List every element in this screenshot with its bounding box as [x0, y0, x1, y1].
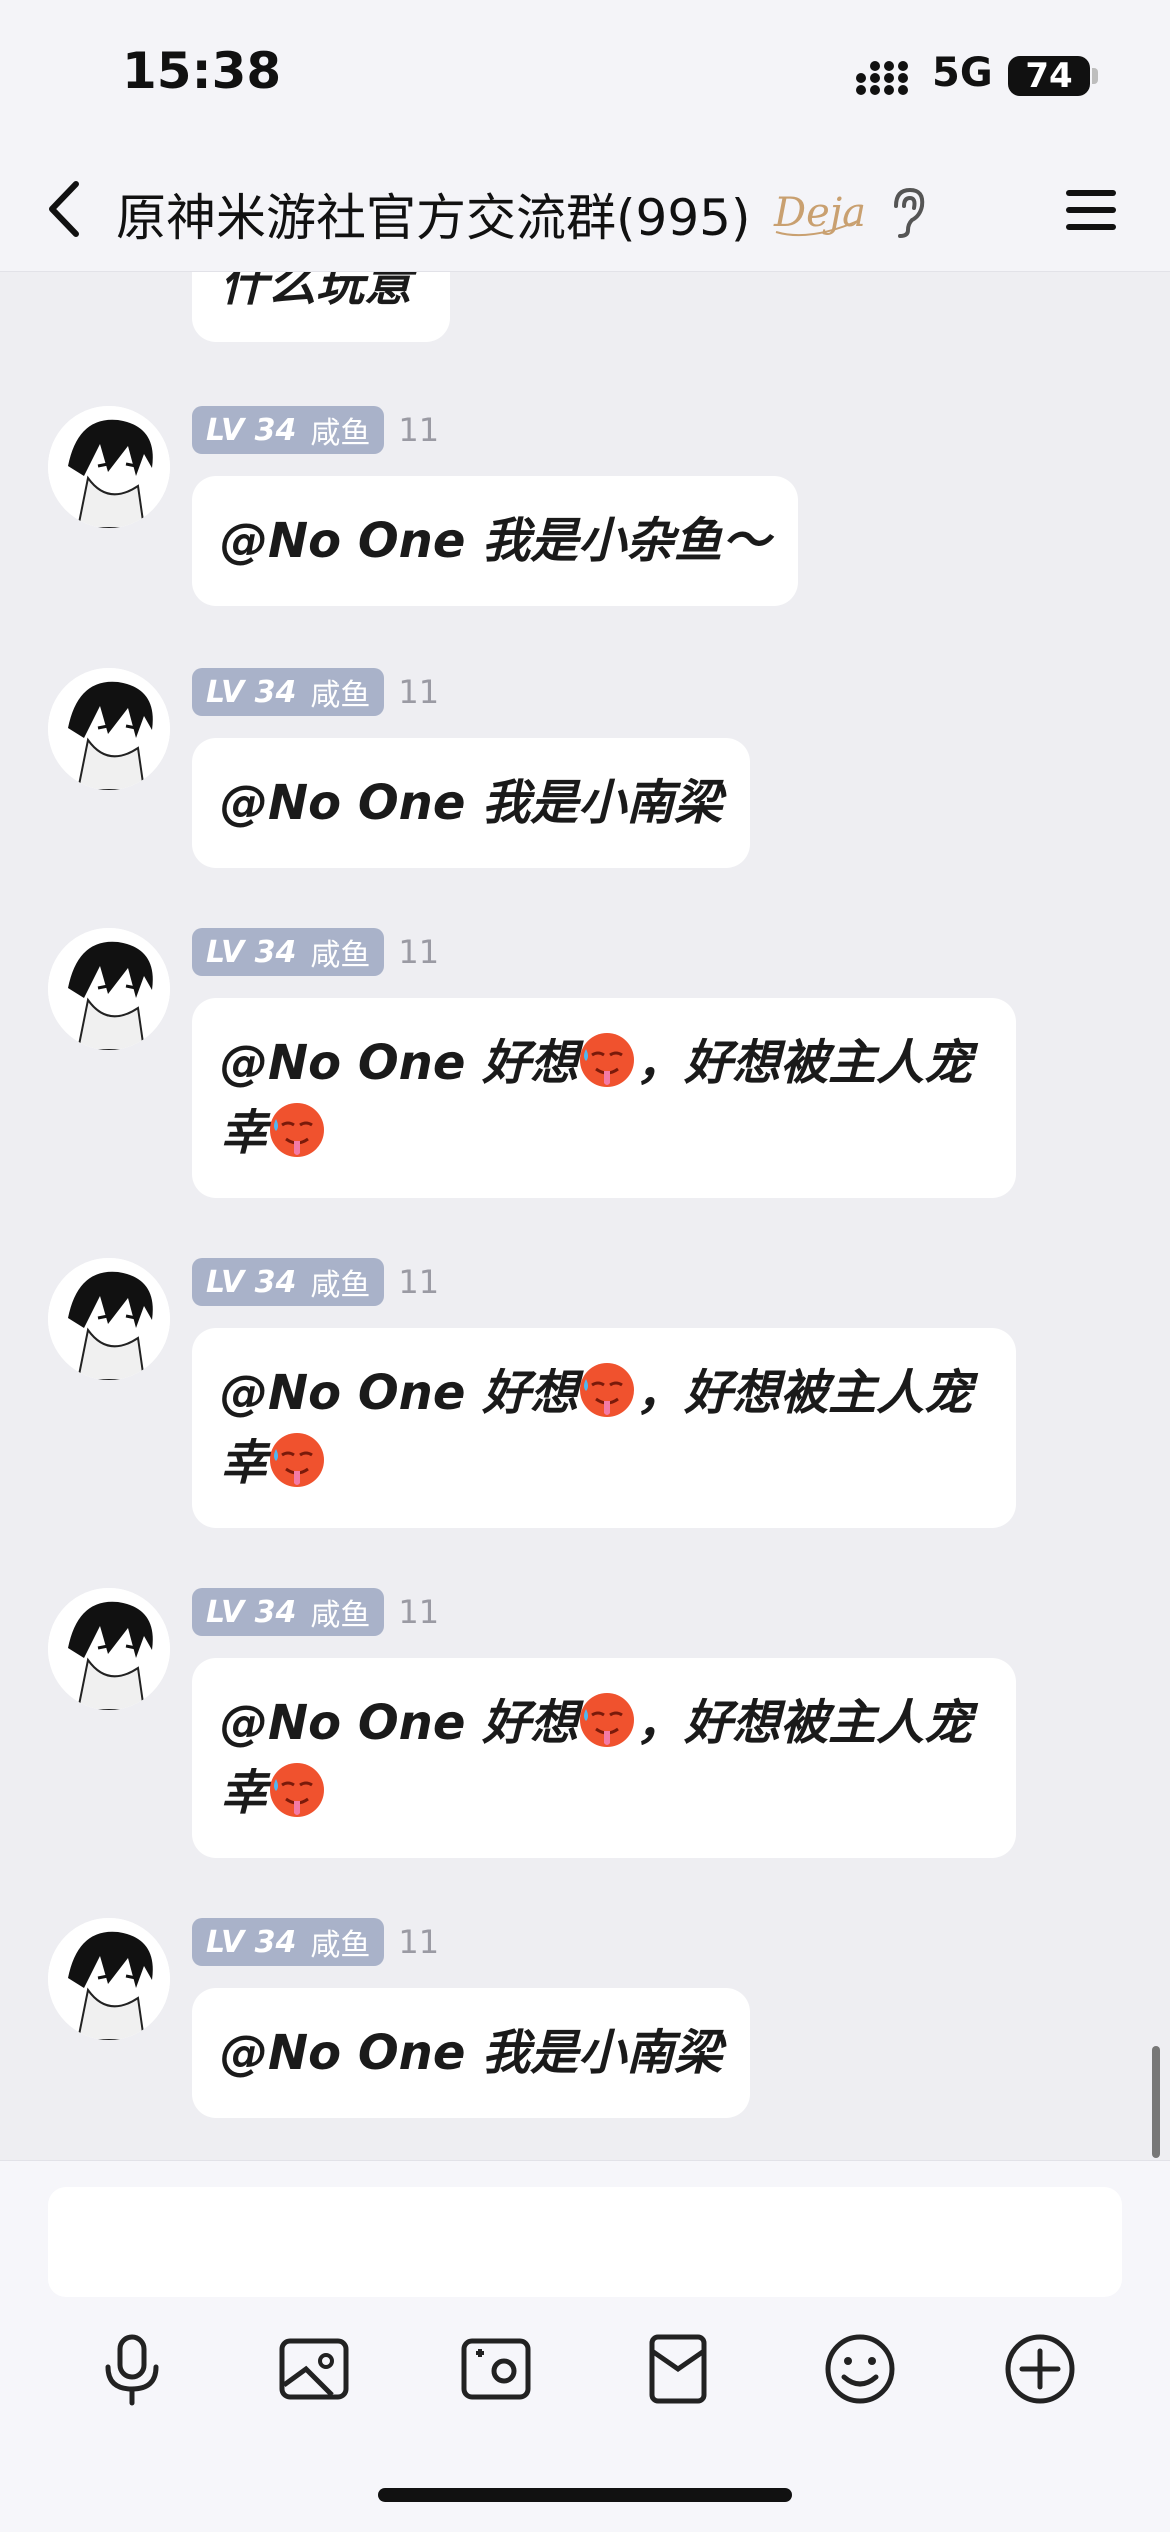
svg-text:Deja: Deja [773, 190, 866, 236]
sender-name[interactable]: 11 [398, 673, 439, 711]
microphone-icon[interactable] [92, 2329, 172, 2409]
message-bubble[interactable]: @No One 我是小杂鱼～ [192, 476, 799, 606]
message-text: 我是小南梁 [482, 2025, 723, 2081]
message-meta: LV 34 咸鱼 11 [192, 406, 439, 454]
hot-face-emoji-icon [580, 1033, 635, 1087]
hot-face-emoji-icon [270, 1763, 325, 1817]
message-bubble[interactable]: @No One 我是小南梁 [192, 738, 751, 868]
deja-logo: Deja [773, 190, 866, 237]
avatar[interactable] [48, 406, 170, 528]
message-bubble[interactable]: 什么玩意 [192, 272, 450, 342]
mention[interactable]: @No One [220, 775, 465, 831]
message-bubble[interactable]: @No One 我是小南梁 [192, 1988, 751, 2118]
input-panel [0, 2160, 1170, 2532]
avatar[interactable] [48, 928, 170, 1050]
level-badge: LV 34 咸鱼 [192, 406, 385, 454]
message-input[interactable] [48, 2187, 1122, 2297]
battery-tip [1092, 68, 1098, 84]
photo-icon[interactable] [274, 2329, 354, 2409]
status-bar: 15:38 5G 74 [0, 0, 1170, 150]
level-badge: LV 34 咸鱼 [192, 1918, 385, 1966]
avatar[interactable] [48, 1258, 170, 1380]
message-text: 好想 [482, 1035, 579, 1091]
ear-icon[interactable] [888, 186, 928, 240]
network-type: 5G [932, 50, 993, 96]
mention[interactable]: @No One [220, 1365, 465, 1421]
message-bubble[interactable]: @No One 好想 ，好想被主人宠 幸 [192, 1328, 1016, 1528]
message-text: 幸 [220, 1435, 269, 1491]
camera-icon[interactable] [456, 2329, 536, 2409]
signal-icon [856, 61, 908, 95]
hot-face-emoji-icon [270, 1433, 325, 1487]
message-text: 我是小杂鱼～ [482, 513, 771, 569]
red-packet-icon[interactable] [638, 2329, 718, 2409]
sender-name[interactable]: 11 [398, 1593, 439, 1631]
sender-name[interactable]: 11 [398, 933, 439, 971]
mention[interactable]: @No One [220, 1035, 465, 1091]
message-text: 幸 [220, 1105, 269, 1161]
avatar[interactable] [48, 1918, 170, 2040]
emoji-icon[interactable] [820, 2329, 900, 2409]
hot-face-emoji-icon [270, 1103, 325, 1157]
message-text: 幸 [220, 1765, 269, 1821]
message-bubble[interactable]: @No One 好想 ，好想被主人宠 幸 [192, 1658, 1016, 1858]
message-meta: LV 34 咸鱼 11 [192, 1588, 439, 1636]
message-meta: LV 34 咸鱼 11 [192, 668, 439, 716]
plus-icon[interactable] [1000, 2329, 1080, 2409]
message-text: 好想 [482, 1365, 579, 1421]
chat-title[interactable]: 原神米游社官方交流群(995) [116, 178, 750, 250]
sender-name[interactable]: 11 [398, 1923, 439, 1961]
avatar[interactable] [48, 668, 170, 790]
message-text: ，好想被主人宠 [636, 1365, 973, 1421]
level-badge: LV 34 咸鱼 [192, 1258, 385, 1306]
message-meta: LV 34 咸鱼 11 [192, 928, 439, 976]
level-badge: LV 34 咸鱼 [192, 1588, 385, 1636]
message-text: ，好想被主人宠 [636, 1035, 973, 1091]
sender-name[interactable]: 11 [398, 1263, 439, 1301]
status-time: 15:38 [122, 42, 282, 100]
avatar[interactable] [48, 1588, 170, 1710]
message-text: 好想 [482, 1695, 579, 1751]
mention[interactable]: @No One [220, 513, 465, 569]
mention[interactable]: @No One [220, 1695, 465, 1751]
scrollbar[interactable] [1152, 2046, 1160, 2158]
message-list[interactable]: 什么玩意 LV 34 咸鱼 11 @No One 我是小杂鱼～ LV 34 咸鱼… [0, 272, 1170, 2160]
sender-name[interactable]: 11 [398, 411, 439, 449]
level-badge: LV 34 咸鱼 [192, 668, 385, 716]
battery-level: 74 [1025, 56, 1073, 96]
back-icon[interactable] [40, 174, 90, 244]
message-meta: LV 34 咸鱼 11 [192, 1918, 439, 1966]
message-meta: LV 34 咸鱼 11 [192, 1258, 439, 1306]
mention[interactable]: @No One [220, 2025, 465, 2081]
hot-face-emoji-icon [580, 1363, 635, 1417]
message-bubble[interactable]: @No One 好想 ，好想被主人宠 幸 [192, 998, 1016, 1198]
message-text: ，好想被主人宠 [636, 1695, 973, 1751]
message-text: 我是小南梁 [482, 775, 723, 831]
menu-icon[interactable] [1064, 184, 1118, 236]
hot-face-emoji-icon [580, 1693, 635, 1747]
home-indicator[interactable] [378, 2488, 792, 2502]
level-badge: LV 34 咸鱼 [192, 928, 385, 976]
chat-header: 原神米游社官方交流群(995) Deja [0, 150, 1170, 272]
